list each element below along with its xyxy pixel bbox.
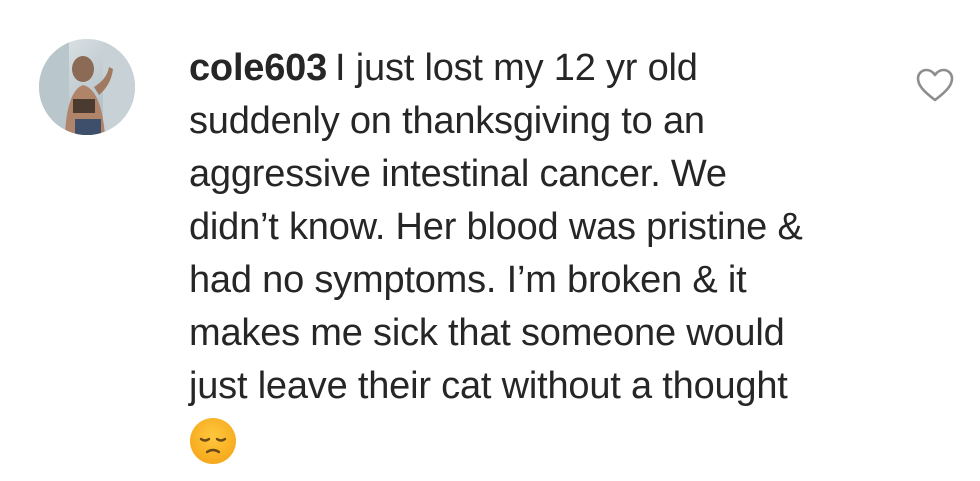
comment-text: aggressive intestinal cancer. We xyxy=(189,153,727,195)
heart-outline-icon[interactable] xyxy=(915,66,955,106)
avatar-photo xyxy=(39,39,135,135)
pensive-face-emoji-icon xyxy=(190,418,236,464)
username-link[interactable]: cole603 xyxy=(189,47,327,89)
comment-body: cole603 I just lost my 12 yr old suddenly… xyxy=(189,42,889,466)
comment-text: suddenly on thanksgiving to an xyxy=(189,100,705,142)
comment-text: had no symptoms. I’m broken & it xyxy=(189,259,747,301)
comment-line-1: cole603 I just lost my 12 yr old xyxy=(189,42,889,95)
avatar[interactable] xyxy=(39,39,135,135)
comment-text: makes me sick that someone would xyxy=(189,312,785,354)
emoji-line xyxy=(189,413,889,466)
comment-text: didn’t know. Her blood was pristine & xyxy=(189,206,803,248)
comment-text: I just lost my 12 yr old xyxy=(335,47,698,89)
comment-item: cole603 I just lost my 12 yr old suddenly… xyxy=(0,0,980,481)
comment-text: just leave their cat without a thought xyxy=(189,365,788,407)
